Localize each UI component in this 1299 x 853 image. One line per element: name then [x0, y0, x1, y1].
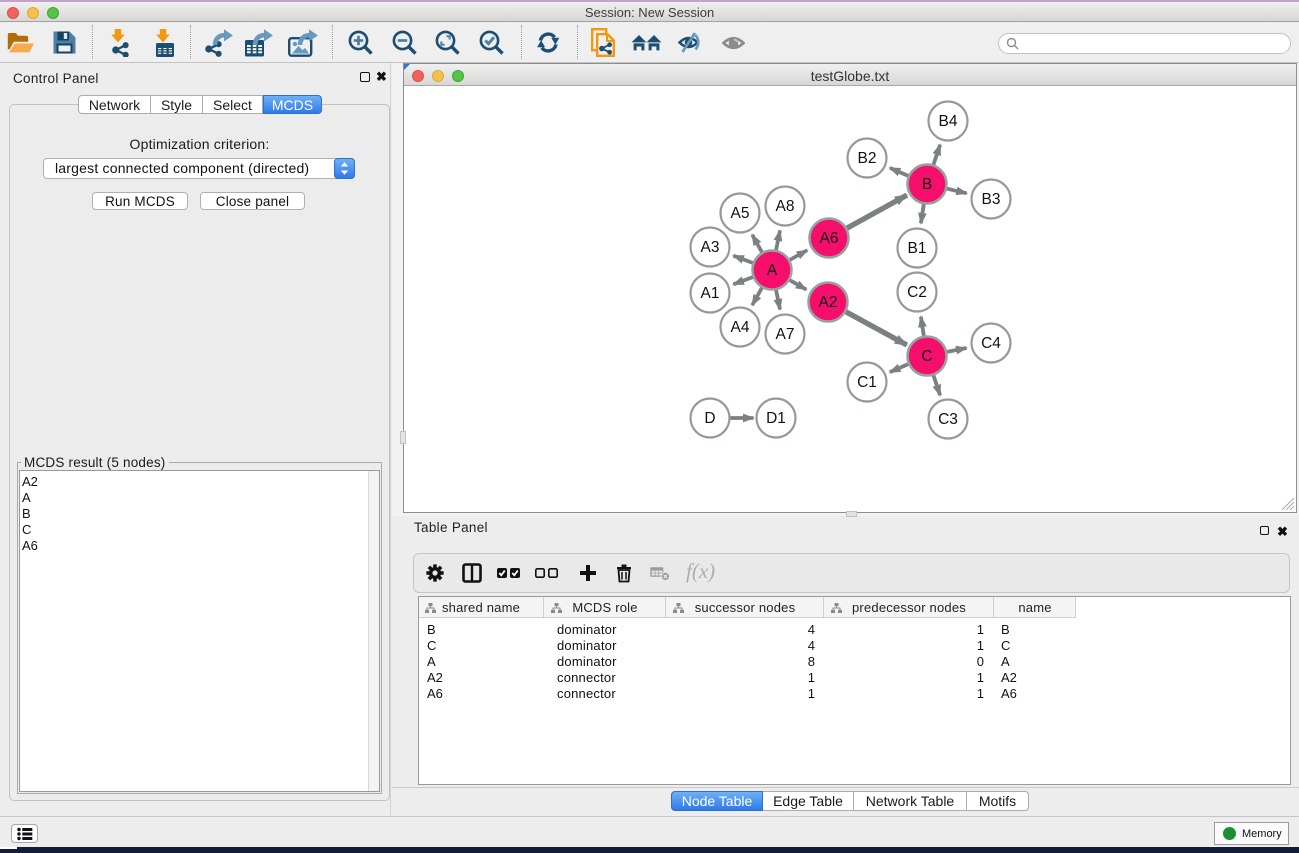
svg-text:A5: A5 [731, 205, 750, 222]
svg-text:C1: C1 [857, 374, 877, 391]
svg-text:A7: A7 [776, 326, 795, 343]
svg-text:A: A [767, 262, 778, 279]
svg-text:B1: B1 [908, 240, 927, 257]
svg-text:A2: A2 [819, 294, 838, 311]
svg-text:C2: C2 [907, 284, 927, 301]
svg-text:A1: A1 [701, 285, 720, 302]
svg-text:A8: A8 [776, 198, 795, 215]
svg-text:A3: A3 [701, 239, 720, 256]
svg-text:B: B [922, 176, 932, 193]
svg-text:A6: A6 [820, 230, 839, 247]
svg-text:C: C [921, 348, 932, 365]
svg-text:B4: B4 [939, 113, 958, 130]
svg-text:D1: D1 [766, 410, 786, 427]
svg-text:B2: B2 [858, 150, 877, 167]
svg-text:D: D [704, 410, 715, 427]
svg-text:C4: C4 [981, 335, 1001, 352]
svg-text:C3: C3 [938, 411, 958, 428]
svg-text:A4: A4 [731, 319, 750, 336]
svg-text:B3: B3 [982, 191, 1001, 208]
